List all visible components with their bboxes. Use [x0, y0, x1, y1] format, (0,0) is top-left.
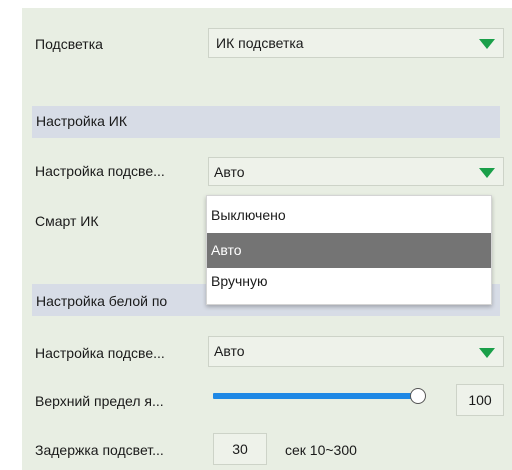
backlight-delay-input[interactable]: 30: [213, 433, 267, 465]
backlight-label: Подсветка: [35, 36, 103, 52]
dropdown-option-manual[interactable]: Вручную: [207, 268, 491, 303]
white-section-title: Настройка белой по: [36, 293, 168, 309]
backlight-delay-value: 30: [232, 441, 248, 457]
dropdown-option-auto[interactable]: Авто: [207, 233, 491, 268]
chevron-down-icon[interactable]: [479, 168, 495, 178]
ir-backlight-setting-value: Авто: [214, 164, 245, 180]
dropdown-option-off[interactable]: Выключено: [207, 198, 491, 233]
dropdown-option-off-label: Выключено: [211, 207, 286, 223]
ir-backlight-dropdown-list[interactable]: Выключено Авто Вручную: [206, 195, 492, 305]
dropdown-option-manual-label: Вручную: [211, 273, 268, 289]
smart-ir-label: Смарт ИК: [35, 213, 99, 229]
white-backlight-setting-select[interactable]: Авто: [208, 336, 504, 367]
white-backlight-setting-value: Авто: [214, 343, 245, 359]
brightness-slider-track[interactable]: [213, 393, 423, 399]
ir-section-header: Настройка ИК: [32, 106, 500, 138]
backlight-select[interactable]: ИК подсветка: [208, 28, 504, 58]
brightness-upper-limit-label: Верхний предел я...: [35, 393, 164, 409]
white-backlight-setting-label: Настройка подсве...: [35, 345, 165, 361]
backlight-select-value: ИК подсветка: [216, 35, 304, 51]
ir-backlight-setting-select[interactable]: Авто: [208, 157, 504, 186]
brightness-value: 100: [468, 392, 492, 408]
ir-section-title: Настройка ИК: [36, 113, 128, 129]
ir-backlight-setting-label: Настройка подсве...: [35, 163, 165, 179]
backlight-delay-range: сек 10~300: [285, 442, 357, 458]
chevron-down-icon[interactable]: [479, 39, 495, 49]
dropdown-option-auto-label: Авто: [211, 242, 242, 258]
backlight-delay-label: Задержка подсвет...: [35, 442, 164, 458]
brightness-slider-handle[interactable]: [410, 388, 426, 404]
brightness-value-field[interactable]: 100: [456, 384, 504, 416]
chevron-down-icon[interactable]: [479, 348, 495, 358]
